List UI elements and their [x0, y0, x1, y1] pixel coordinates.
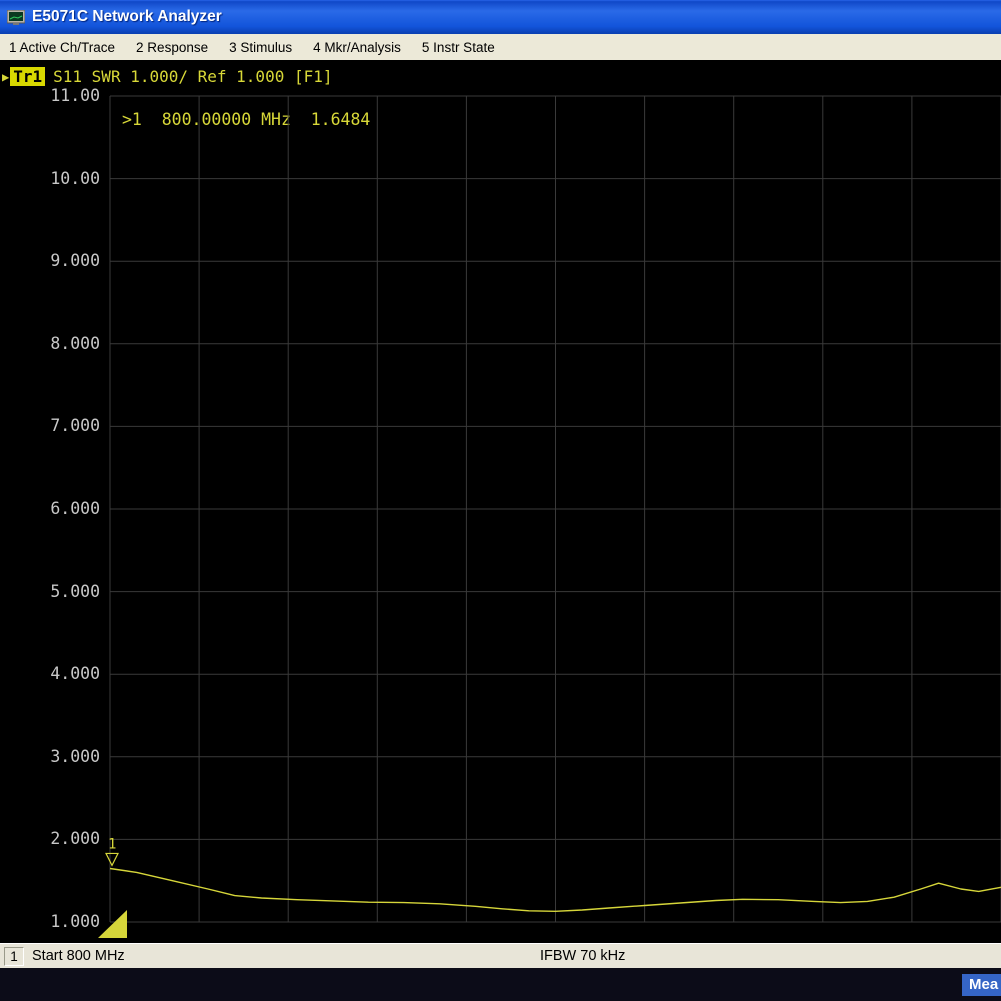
y-axis-label: 3.000 [30, 747, 100, 767]
start-frequency-label: Start 800 MHz [32, 948, 125, 964]
window-title: E5071C Network Analyzer [32, 8, 222, 26]
status-bar: 1 Start 800 MHz IFBW 70 kHz [0, 943, 1001, 968]
trace-name-badge[interactable]: Tr1 [10, 67, 45, 86]
menu-item-response[interactable]: 2 Response [136, 40, 208, 55]
y-axis-label: 5.000 [30, 582, 100, 602]
menu-item-instr-state[interactable]: 5 Instr State [422, 40, 495, 55]
y-axis-label: 6.000 [30, 499, 100, 519]
menu-bar: 1 Active Ch/Trace 2 Response 3 Stimulus … [0, 34, 1001, 60]
y-axis-label: 10.00 [30, 169, 100, 189]
y-axis-label: 8.000 [30, 334, 100, 354]
channel-number-box: 1 [4, 947, 24, 966]
y-axis-label: 4.000 [30, 664, 100, 684]
analyzer-screen: ▶ Tr1 S11 SWR 1.000/ Ref 1.000 [F1] >1 8… [0, 60, 1001, 943]
y-axis-label: 1.000 [30, 912, 100, 932]
svg-text:1: 1 [108, 836, 116, 852]
menu-item-active-ch-trace[interactable]: 1 Active Ch/Trace [9, 40, 115, 55]
softkey-meas-button[interactable]: Mea [962, 974, 1001, 996]
y-axis-label: 9.000 [30, 251, 100, 271]
plot-area: 1 [110, 96, 1001, 922]
app-icon [7, 10, 25, 25]
window-titlebar[interactable]: E5071C Network Analyzer [0, 0, 1001, 34]
menu-item-stimulus[interactable]: 3 Stimulus [229, 40, 292, 55]
active-trace-arrow-icon: ▶ [2, 70, 9, 84]
if-bandwidth-label: IFBW 70 kHz [540, 948, 625, 964]
y-axis-label: 11.00 [30, 86, 100, 106]
menu-item-mkr-analysis[interactable]: 4 Mkr/Analysis [313, 40, 401, 55]
softkey-menu-bar: Mea [0, 968, 1001, 1001]
trace-format-scale-label: S11 SWR 1.000/ Ref 1.000 [F1] [53, 67, 332, 86]
y-axis-label: 2.000 [30, 829, 100, 849]
e5071c-screen: { "window": { "title": "E5071C Network A… [0, 0, 1001, 1001]
trace-status-line: ▶ Tr1 S11 SWR 1.000/ Ref 1.000 [F1] [2, 67, 333, 86]
y-axis-label: 7.000 [30, 416, 100, 436]
